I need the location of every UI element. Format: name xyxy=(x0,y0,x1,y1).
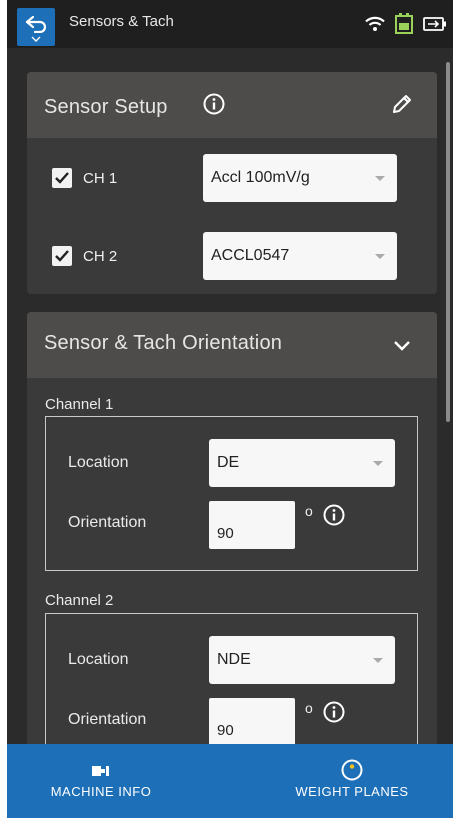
degree-symbol: o xyxy=(305,700,313,716)
info-icon[interactable] xyxy=(203,93,225,115)
channel-1-orientation-input[interactable]: 90 xyxy=(209,501,295,549)
weight-planes-label: WEIGHT PLANES xyxy=(295,784,409,799)
weight-planes-icon xyxy=(341,759,363,781)
wifi-icon xyxy=(365,16,385,31)
machine-info-button[interactable]: MACHINE INFO xyxy=(31,744,171,818)
channel-2-checkbox-row[interactable]: CH 2 xyxy=(52,246,117,266)
channel-2-group-label: Channel 2 xyxy=(45,592,114,609)
channel-2-orientation-input[interactable]: 90 xyxy=(209,698,295,744)
channel-1-orientation-value: 90 xyxy=(217,525,234,542)
channel-2-checkbox[interactable] xyxy=(52,246,72,266)
channel-2-orientation-value: 90 xyxy=(217,722,234,739)
chevron-down-icon xyxy=(31,36,41,42)
battery-icon xyxy=(395,13,413,34)
channel-1-label: CH 1 xyxy=(83,169,118,187)
sensor-setup-title: Sensor Setup xyxy=(44,96,168,118)
info-icon[interactable] xyxy=(323,504,345,526)
dropdown-caret-icon xyxy=(375,254,385,259)
back-arrow-icon xyxy=(25,15,47,33)
orientation-label: Orientation xyxy=(68,514,147,531)
channel-1-checkbox-row[interactable]: CH 1 xyxy=(52,168,117,188)
orientation-label: Orientation xyxy=(68,711,147,728)
location-label: Location xyxy=(68,651,129,668)
degree-symbol: o xyxy=(305,503,313,519)
location-label: Location xyxy=(68,454,129,471)
edit-pencil-icon[interactable] xyxy=(391,93,413,115)
back-button[interactable] xyxy=(17,8,55,46)
channel-2-sensor-select[interactable]: ACCL0547 xyxy=(203,232,397,280)
channel-1-group-label: Channel 1 xyxy=(45,396,114,413)
page-title: Sensors & Tach xyxy=(69,13,174,30)
channel-2-label: CH 2 xyxy=(83,247,118,265)
machine-info-label: MACHINE INFO xyxy=(50,784,152,799)
channel-2-group: Location NDE Orientation 90 o xyxy=(45,613,418,744)
chevron-down-icon[interactable] xyxy=(393,340,411,352)
bottom-nav: MACHINE INFO WEIGHT PLANES xyxy=(7,744,453,818)
channel-1-checkbox[interactable] xyxy=(52,168,72,188)
channel-2-location-select[interactable]: NDE xyxy=(209,636,395,684)
scrollbar[interactable] xyxy=(446,62,450,422)
app-screen: Sensors & Tach Sensor Setup CH 1 Accl 10… xyxy=(7,0,453,818)
orientation-header[interactable]: Sensor & Tach Orientation xyxy=(27,312,437,378)
dropdown-caret-icon xyxy=(375,176,385,181)
weight-planes-button[interactable]: WEIGHT PLANES xyxy=(277,744,427,818)
orientation-title: Sensor & Tach Orientation xyxy=(44,332,283,354)
sensor-setup-header: Sensor Setup xyxy=(27,72,437,138)
dropdown-caret-icon xyxy=(373,461,383,466)
charging-icon xyxy=(423,17,446,31)
status-icons xyxy=(365,12,447,36)
channel-1-sensor-select[interactable]: Accl 100mV/g xyxy=(203,154,397,202)
sensor-setup-card: Sensor Setup CH 1 Accl 100mV/g CH 2 ACCL… xyxy=(27,72,437,294)
checkmark-icon xyxy=(55,172,69,184)
content-scroll-area[interactable]: Sensor Setup CH 1 Accl 100mV/g CH 2 ACCL… xyxy=(7,48,453,744)
orientation-card: Sensor & Tach Orientation Channel 1 Loca… xyxy=(27,312,437,744)
checkmark-icon xyxy=(55,250,69,262)
channel-1-location-value: DE xyxy=(217,454,240,471)
channel-1-group: Location DE Orientation 90 o xyxy=(45,416,418,571)
machine-icon xyxy=(92,766,109,776)
dropdown-caret-icon xyxy=(373,658,383,663)
app-bar: Sensors & Tach xyxy=(7,0,453,48)
info-icon[interactable] xyxy=(323,701,345,723)
channel-2-sensor-value: ACCL0547 xyxy=(211,247,290,264)
channel-2-location-value: NDE xyxy=(217,651,251,668)
channel-1-location-select[interactable]: DE xyxy=(209,439,395,487)
channel-1-sensor-value: Accl 100mV/g xyxy=(211,169,310,186)
